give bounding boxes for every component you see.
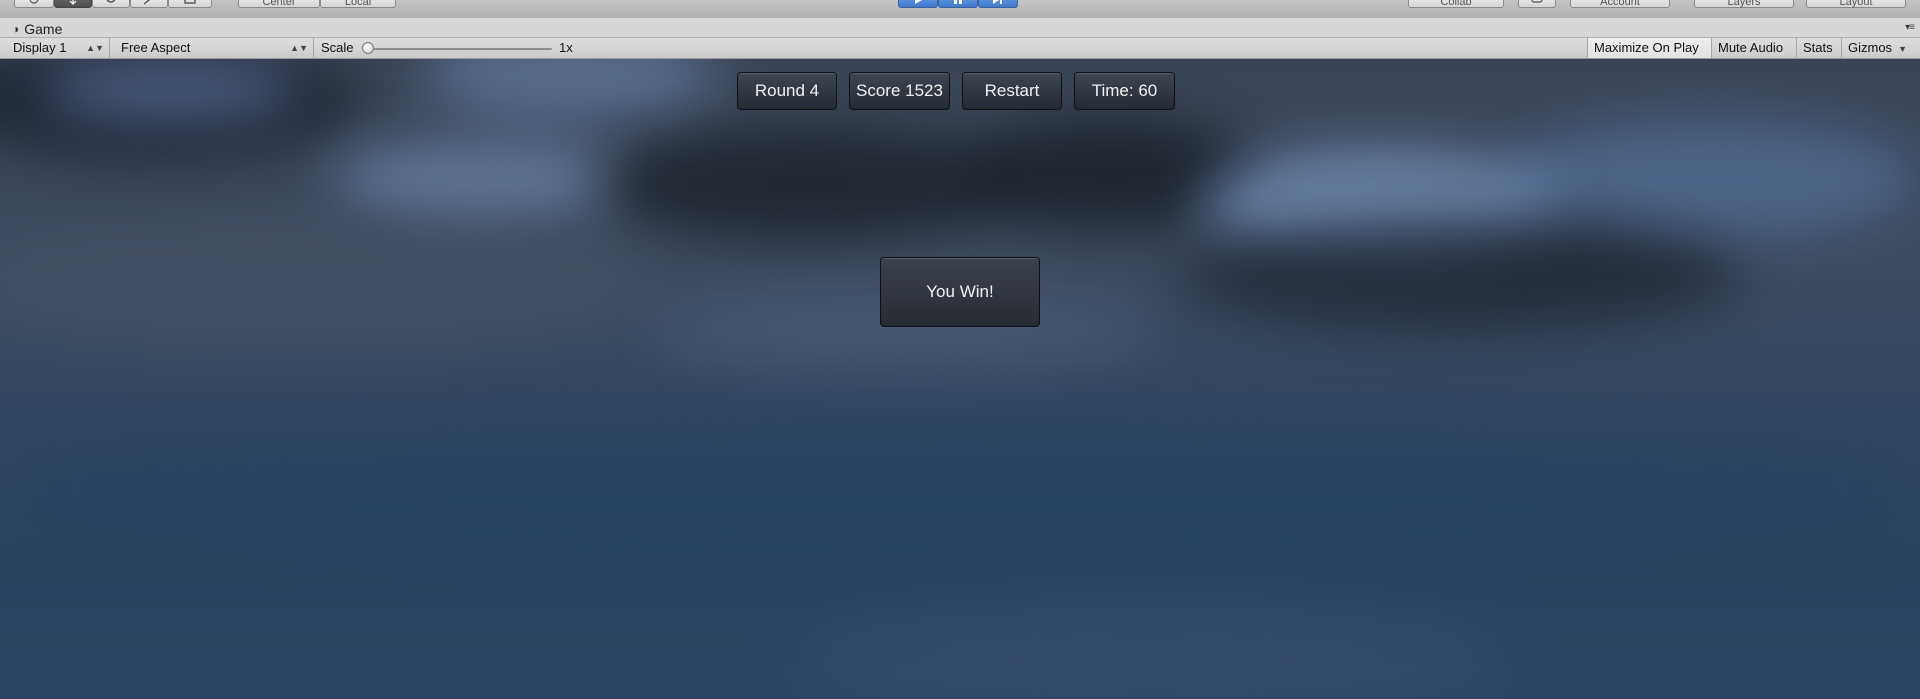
play-icon	[915, 0, 922, 4]
sky-cloud	[800, 599, 1500, 699]
cloud-icon	[1531, 0, 1543, 3]
round-button[interactable]: Round 4	[737, 72, 837, 110]
scale-tool-button[interactable]	[130, 0, 168, 8]
score-button[interactable]: Score 1523	[849, 72, 950, 110]
layers-label: Layers	[1727, 0, 1761, 8]
account-dropdown[interactable]: Account	[1570, 0, 1670, 8]
game-controller-icon: ◑	[12, 22, 20, 36]
game-view-controls: Display 1 ▲▼ Free Aspect ▲▼ Scale 1x Max…	[0, 38, 1920, 59]
step-button[interactable]	[978, 0, 1018, 8]
sky-cloud	[600, 129, 1020, 239]
gizmos-label: Gizmos	[1848, 40, 1893, 55]
time-label: Time: 60	[1091, 81, 1158, 100]
move-tool-button[interactable]	[54, 0, 92, 8]
account-label: Account	[1600, 0, 1640, 8]
pause-button[interactable]	[938, 0, 978, 8]
scale-label: Scale	[321, 40, 354, 55]
game-viewport[interactable]: Round 4 Score 1523 Restart Time: 60 You …	[0, 59, 1920, 699]
rotate-tool-button[interactable]	[92, 0, 130, 8]
hand-icon	[29, 0, 39, 4]
hand-tool-button[interactable]	[14, 0, 54, 8]
tab-game[interactable]: ◑ Game	[6, 20, 70, 38]
play-button[interactable]	[898, 0, 938, 8]
chevron-down-icon: ▼	[1898, 44, 1907, 54]
step-icon	[993, 0, 1002, 4]
unity-toolbar: Center Local Collab Account Layers Layou…	[0, 0, 1920, 19]
sky-cloud	[0, 229, 660, 349]
space-toggle-button[interactable]: Local	[320, 0, 396, 8]
sky-cloud	[330, 139, 630, 219]
mute-audio-label: Mute Audio	[1718, 40, 1784, 55]
gizmos-dropdown[interactable]: Gizmos ▼	[1841, 38, 1920, 58]
stats-label: Stats	[1803, 40, 1833, 55]
layout-label: Layout	[1839, 0, 1873, 8]
maximize-on-play-label: Maximize On Play	[1594, 40, 1699, 55]
game-tab-bar: ◑ Game ▾≡	[0, 18, 1920, 38]
aspect-dropdown[interactable]: Free Aspect ▲▼	[114, 38, 314, 58]
dropdown-arrows-icon: ▲▼	[86, 43, 104, 53]
sky-cloud	[1180, 219, 1740, 329]
restart-button[interactable]: Restart	[962, 72, 1062, 110]
aspect-label: Free Aspect	[121, 40, 191, 55]
stats-toggle[interactable]: Stats	[1796, 38, 1841, 58]
pivot-label: Center	[262, 0, 296, 8]
time-button[interactable]: Time: 60	[1074, 72, 1175, 110]
scale-icon	[143, 0, 151, 5]
tab-menu-icon[interactable]: ▾≡	[1905, 22, 1915, 33]
pivot-toggle-button[interactable]: Center	[238, 0, 320, 8]
cloud-button[interactable]	[1518, 0, 1556, 8]
scale-value: 1x	[559, 40, 573, 55]
layout-dropdown[interactable]: Layout	[1806, 0, 1906, 8]
sky-cloud	[0, 419, 1920, 559]
rect-tool-button[interactable]	[168, 0, 212, 8]
display-dropdown[interactable]: Display 1 ▲▼	[6, 38, 110, 58]
scale-slider-thumb[interactable]	[362, 42, 374, 54]
rect-icon	[184, 0, 196, 4]
win-message-text: You Win!	[926, 282, 994, 301]
move-icon	[69, 0, 77, 5]
sky-cloud	[40, 59, 300, 119]
tab-game-label: Game	[24, 21, 63, 37]
score-label: Score 1523	[856, 81, 943, 100]
rotate-icon	[106, 0, 116, 3]
round-label: Round 4	[754, 81, 820, 100]
restart-label: Restart	[984, 81, 1040, 100]
maximize-on-play-toggle[interactable]: Maximize On Play	[1587, 38, 1711, 58]
scale-slider-track[interactable]	[368, 48, 552, 50]
layers-dropdown[interactable]: Layers	[1694, 0, 1794, 8]
dropdown-arrows-icon: ▲▼	[290, 43, 308, 53]
space-label: Local	[344, 0, 372, 8]
collab-label: Collab	[1440, 0, 1472, 8]
pause-icon	[954, 0, 962, 4]
sky-cloud	[1500, 119, 1920, 239]
display-label: Display 1	[13, 40, 67, 55]
win-message-box: You Win!	[880, 257, 1040, 327]
mute-audio-toggle[interactable]: Mute Audio	[1711, 38, 1796, 58]
sky-cloud	[420, 59, 720, 119]
collab-dropdown[interactable]: Collab	[1408, 0, 1504, 8]
